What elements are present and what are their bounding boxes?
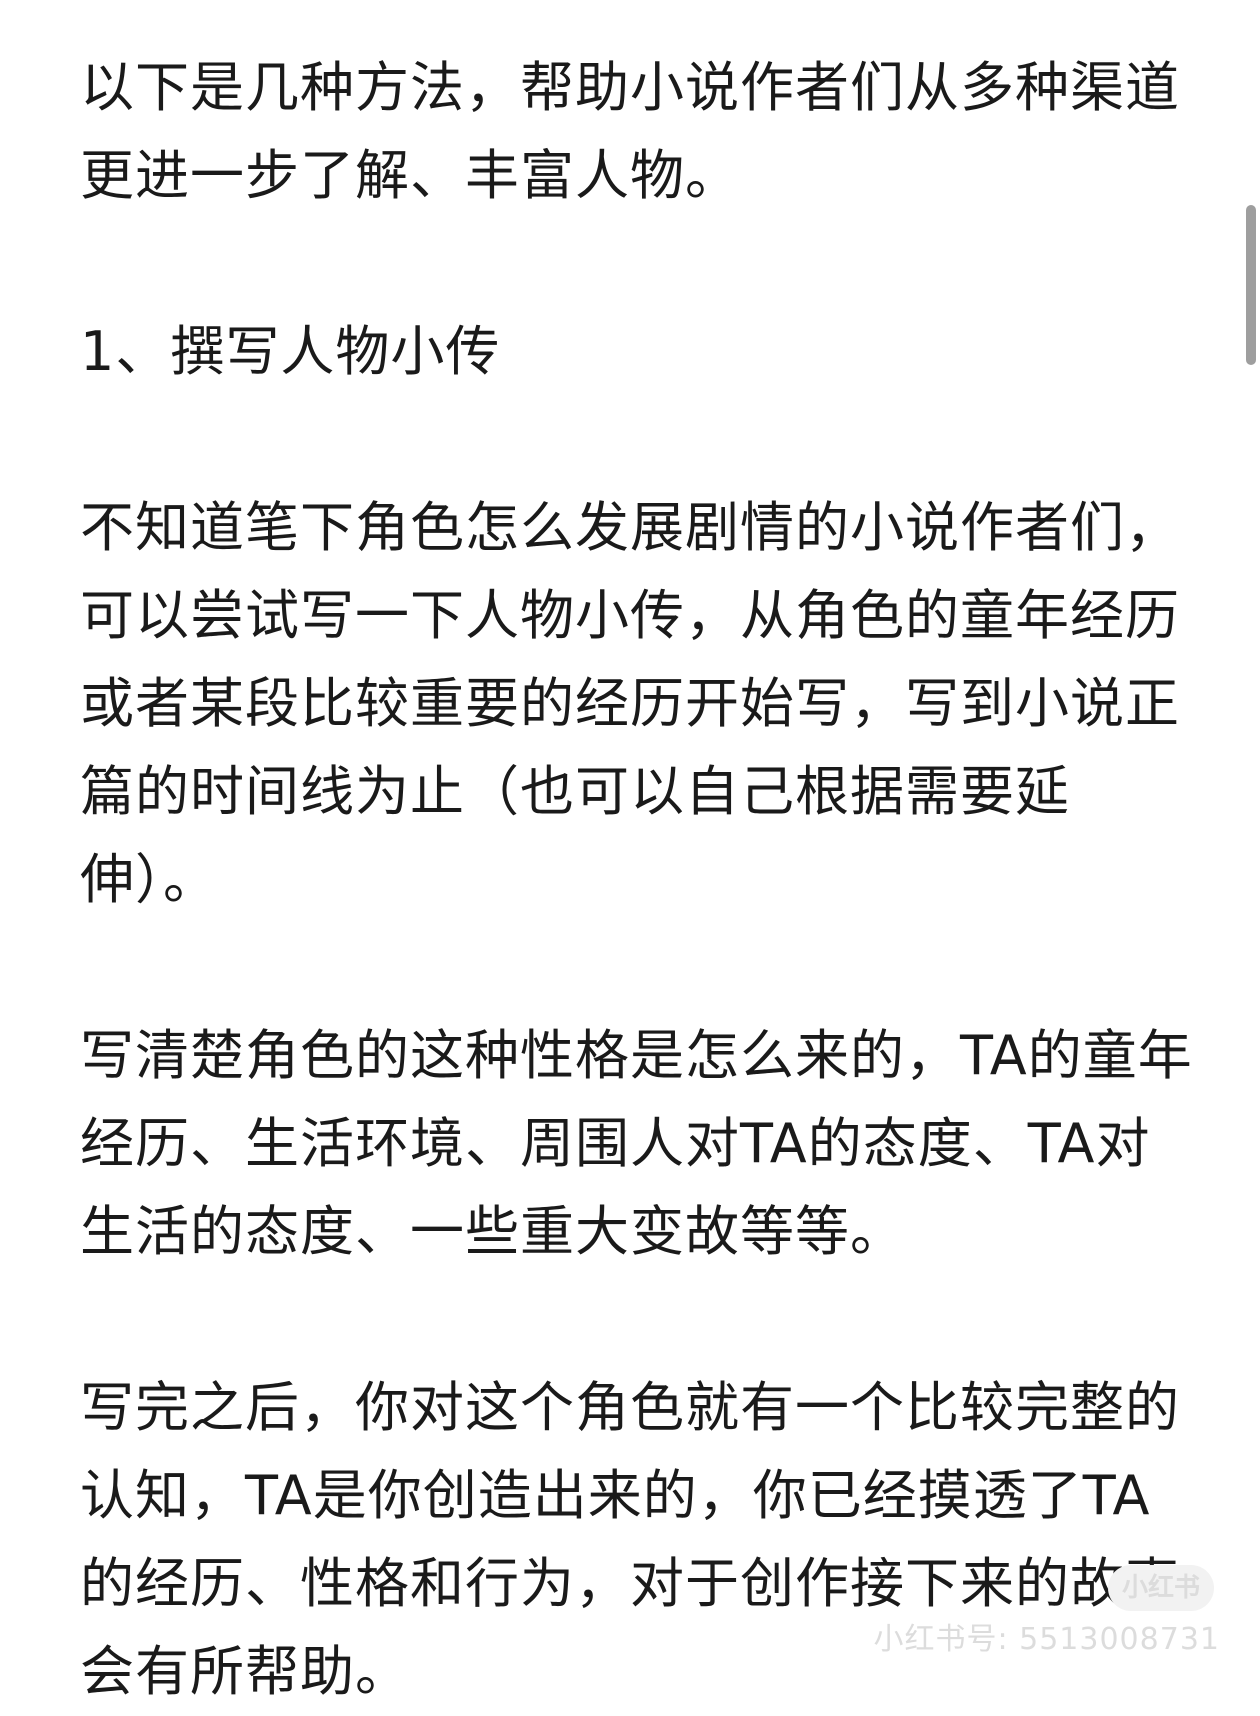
article-body: 以下是几种方法，帮助小说作者们从多种渠道更进一步了解、丰富人物。 1、撰写人物小… — [80, 44, 1200, 1716]
section-heading: 1、撰写人物小传 — [80, 320, 501, 383]
body-paragraph-1: 不知道笔下角色怎么发展剧情的小说作者们，可以尝试写一下人物小传，从角色的童年经历… — [80, 496, 1180, 911]
scrollbar-thumb[interactable] — [1246, 205, 1256, 365]
watermark-account-id: 小红书号: 5513008731 — [873, 1622, 1220, 1657]
watermark-logo: 小红书 — [1108, 1565, 1214, 1611]
body-paragraph-3: 写完之后，你对这个角色就有一个比较完整的认知，TA是你创造出来的，你已经摸透了T… — [80, 1376, 1180, 1703]
body-paragraph-2: 写清楚角色的这种性格是怎么来的，TA的童年经历、生活环境、周围人对TA的态度、T… — [80, 1024, 1193, 1263]
intro-paragraph: 以下是几种方法，帮助小说作者们从多种渠道更进一步了解、丰富人物。 — [80, 56, 1180, 207]
